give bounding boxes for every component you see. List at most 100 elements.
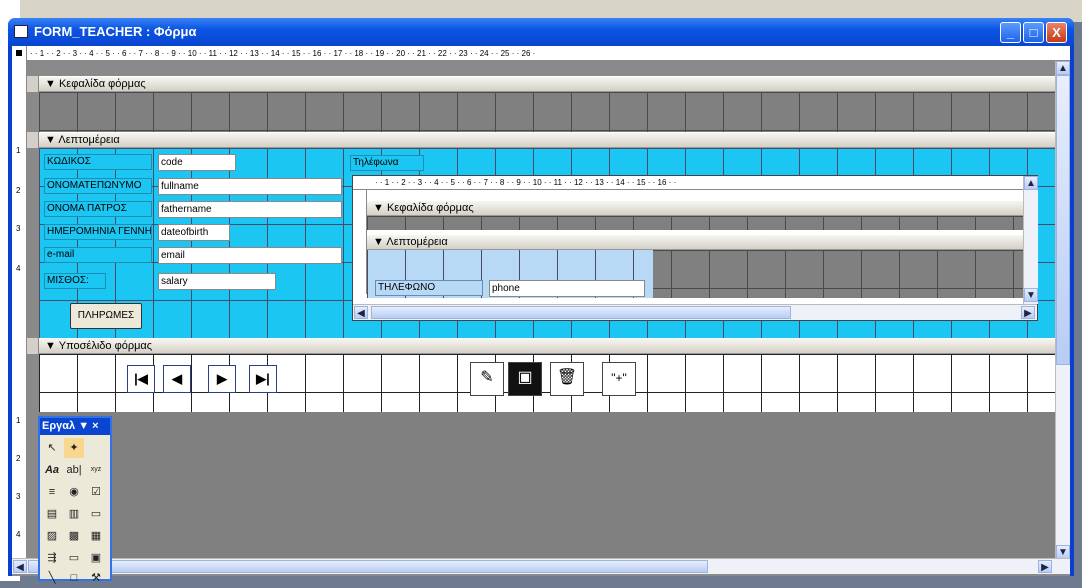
dateofbirth-label[interactable]: ΗΜΕΡΟΜΗΝΙΑ ΓΕΝΝΗ	[44, 224, 152, 240]
last-record-button[interactable]: ▶|	[249, 365, 277, 393]
vertical-ruler-mark: 1	[16, 416, 21, 425]
payments-button[interactable]: ΠΛΗΡΩΜΕΣ	[70, 303, 142, 329]
toolbox-palette[interactable]: Εργαλ ▼ × ↖ ✦ Aa ab| xyz ≡ ◉ ☑ ▤ ▥ ▭ ▨ ▩…	[38, 416, 112, 584]
tab-control-icon[interactable]: ▭	[64, 548, 84, 568]
label-tool-icon[interactable]: Aa	[42, 460, 62, 480]
detail-selector[interactable]	[27, 132, 39, 148]
line-tool-icon[interactable]: ╲	[42, 568, 62, 588]
code-label[interactable]: ΚΩΔΙΚΟΣ	[44, 154, 152, 170]
phones-subform-label[interactable]: Τηλέφωνα	[350, 155, 424, 171]
subform-tool-icon[interactable]: ▣	[86, 548, 106, 568]
phone-field[interactable]: phone	[489, 280, 645, 297]
footer-band[interactable]: ▼ Υποσέλιδο φόρμας	[39, 338, 1067, 354]
list-box-icon[interactable]: ▥	[64, 504, 84, 524]
header-section[interactable]	[39, 92, 1055, 132]
first-record-button[interactable]: |◀	[127, 365, 155, 393]
subform-header-band[interactable]: ▼ Κεφαλίδα φόρμας	[367, 200, 1027, 216]
scroll-right-icon[interactable]: ▶	[1021, 306, 1035, 319]
fullname-field[interactable]: fullname	[158, 178, 342, 195]
header-selector[interactable]	[27, 76, 39, 92]
vertical-ruler-mark: 3	[16, 224, 21, 233]
vertical-ruler-mark: 2	[16, 454, 21, 463]
toolbox-title[interactable]: Εργαλ ▼ ×	[40, 418, 110, 435]
phone-label[interactable]: ΤΗΛΕΦΩΝΟ	[375, 280, 483, 296]
subform-detail-band[interactable]: ▼ Λεπτομέρεια	[367, 234, 1027, 250]
subform-header-label: Κεφαλίδα φόρμας	[386, 202, 474, 214]
previous-record-button[interactable]: ◀	[163, 365, 191, 393]
subform-header-section[interactable]	[367, 216, 1027, 230]
rectangle-tool-icon[interactable]: □	[64, 568, 84, 588]
header-band-label: Κεφαλίδα φόρμας	[58, 78, 146, 90]
main-scroll-right-icon[interactable]: ▶	[1038, 560, 1052, 573]
vertical-ruler-mark: 4	[16, 264, 21, 273]
main-scroll-left-icon[interactable]: ◀	[13, 560, 27, 573]
unbound-object-icon[interactable]: ▩	[64, 526, 84, 546]
select-objects-icon[interactable]: ↖	[42, 438, 62, 458]
horizontal-ruler[interactable]: · · 1 · · 2 · · 3 · · 4 · · 5 · · 6 · · …	[12, 46, 1070, 61]
page-break-icon[interactable]: ⇶	[42, 548, 62, 568]
detail-band-label: Λεπτομέρεια	[58, 134, 120, 146]
form-design-area: · · 1 · · 2 · · 3 · · 4 · · 5 · · 6 · · …	[12, 46, 1070, 576]
phones-subform[interactable]: · · 1 · · 2 · · 3 · · 4 · · 5 · · 6 · · …	[352, 175, 1038, 321]
checkbox-tool-icon[interactable]: ☑	[86, 482, 106, 502]
subform-horizontal-scrollbar[interactable]: ◀ ▶	[353, 304, 1037, 320]
control-wizards-icon[interactable]: ✦	[64, 438, 84, 458]
scroll-down-icon[interactable]: ▼	[1024, 288, 1038, 302]
delete-record-button[interactable]: 🗑	[550, 362, 584, 396]
footer-section[interactable]	[39, 354, 1055, 412]
combo-box-icon[interactable]: ▤	[42, 504, 62, 524]
vertical-ruler-mark: 1	[16, 146, 21, 155]
detail-band[interactable]: ▼ Λεπτομέρεια	[39, 132, 1067, 148]
subform-vertical-scrollbar[interactable]: ▲ ▼	[1023, 176, 1038, 304]
main-scroll-down-icon[interactable]: ▼	[1056, 545, 1070, 559]
save-record-button[interactable]: ▣	[508, 362, 542, 396]
form-design-window: FORM_TEACHER : Φόρμα _ □ X · · 1 · · 2 ·…	[8, 18, 1074, 576]
main-scroll-thumb[interactable]	[1056, 75, 1070, 365]
trash-icon: 🗑	[556, 369, 578, 386]
toggle-button-icon[interactable]: ≡	[42, 482, 62, 502]
pencil-icon: ✎	[480, 369, 494, 386]
fathername-field[interactable]: fathername	[158, 201, 342, 218]
salary-label[interactable]: ΜΙΣΘΟΣ:	[44, 273, 106, 289]
window-title: FORM_TEACHER : Φόρμα	[34, 24, 197, 39]
vertical-ruler-mark: 4	[16, 530, 21, 539]
edit-record-button[interactable]: ✎	[470, 362, 504, 396]
maximize-button[interactable]: □	[1023, 22, 1044, 43]
scroll-thumb[interactable]	[371, 306, 791, 319]
main-horizontal-scrollbar[interactable]: ◀ ▶	[12, 558, 1070, 574]
scroll-left-icon[interactable]: ◀	[354, 306, 368, 319]
scroll-up-icon[interactable]: ▲	[1024, 176, 1038, 190]
vertical-ruler-mark: 3	[16, 492, 21, 501]
add-record-button[interactable]: "+"	[602, 362, 636, 396]
salary-field[interactable]: salary	[158, 273, 276, 290]
header-band[interactable]: ▼ Κεφαλίδα φόρμας	[39, 76, 1067, 92]
main-scroll-up-icon[interactable]: ▲	[1056, 61, 1070, 75]
footer-band-label: Υποσέλιδο φόρμας	[58, 340, 153, 352]
image-tool-icon[interactable]: ▨	[42, 526, 62, 546]
subform-ruler[interactable]: · · 1 · · 2 · · 3 · · 4 · · 5 · · 6 · · …	[353, 176, 1037, 190]
main-hscroll-thumb[interactable]	[28, 560, 708, 573]
code-field[interactable]: code	[158, 154, 236, 171]
fullname-label[interactable]: ΟΝΟΜΑΤΕΠΩΝΥΜΟ	[44, 178, 152, 194]
more-controls-icon[interactable]: ⚒	[86, 568, 106, 588]
email-field[interactable]: email	[158, 247, 342, 264]
main-vertical-scrollbar[interactable]: ▲ ▼	[1055, 61, 1070, 561]
subform-vertical-ruler[interactable]	[353, 190, 367, 294]
minimize-button[interactable]: _	[1000, 22, 1021, 43]
form-icon	[14, 25, 28, 38]
fathername-label[interactable]: ΟΝΟΜΑ ΠΑΤΡΟΣ	[44, 201, 152, 217]
next-record-button[interactable]: ▶	[208, 365, 236, 393]
vertical-ruler[interactable]: 1 2 3 4 1 2 3 4	[12, 61, 27, 561]
form-selector[interactable]	[12, 46, 27, 61]
email-label[interactable]: e-mail	[44, 247, 152, 263]
close-button[interactable]: X	[1046, 22, 1067, 43]
command-button-icon[interactable]: ▭	[86, 504, 106, 524]
option-button-icon[interactable]: ◉	[64, 482, 84, 502]
title-bar[interactable]: FORM_TEACHER : Φόρμα _ □ X	[8, 18, 1074, 46]
dateofbirth-field[interactable]: dateofbirth	[158, 224, 230, 241]
textbox-tool-icon[interactable]: ab|	[64, 460, 84, 480]
bound-object-icon[interactable]: ▦	[86, 526, 106, 546]
option-group-icon[interactable]: xyz	[86, 460, 106, 480]
footer-selector[interactable]	[27, 338, 39, 354]
empty-canvas	[39, 412, 1055, 558]
